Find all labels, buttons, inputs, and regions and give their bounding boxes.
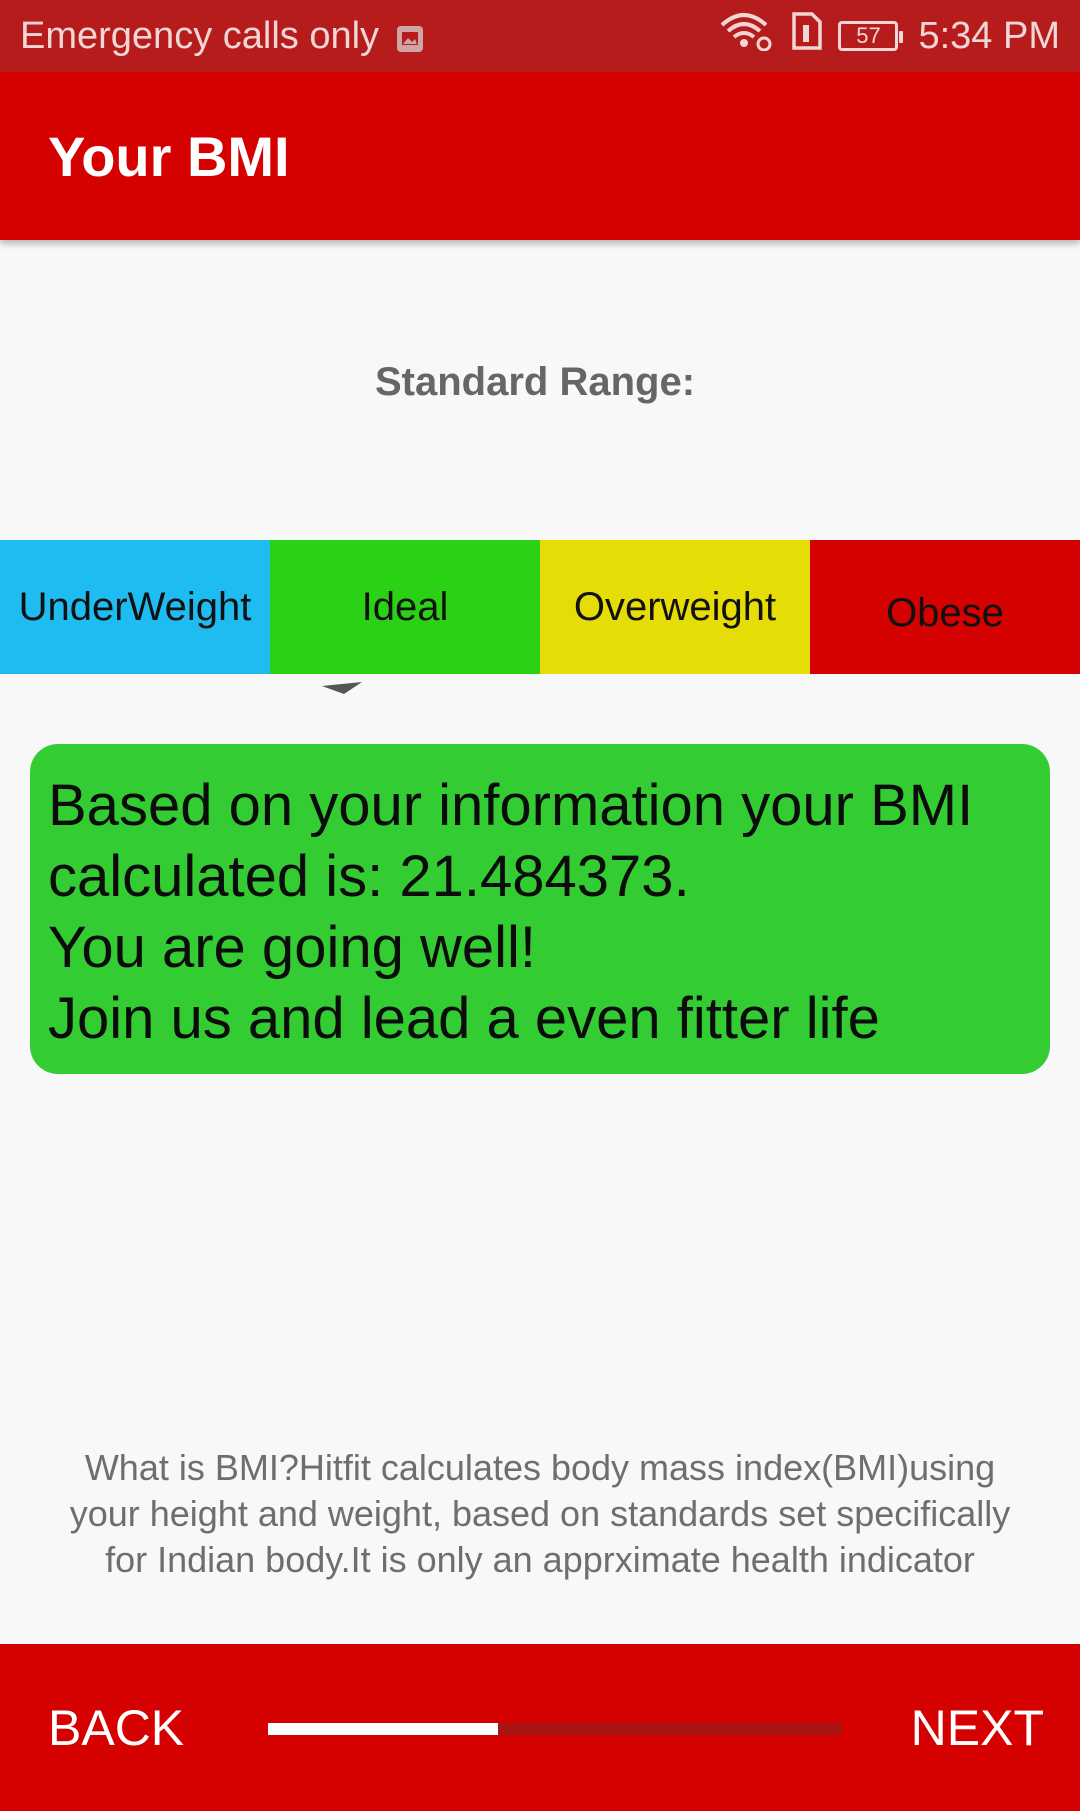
bmi-screen: Emergency calls only 57 5:34 PM Your BMI… [0, 0, 1080, 1811]
range-segment-underweight: UnderWeight [0, 540, 270, 674]
result-line-4: Join us and lead a even fitter life [48, 986, 880, 1051]
clock: 5:34 PM [918, 14, 1060, 57]
battery-icon: 57 [838, 21, 904, 51]
range-label: Overweight [573, 584, 777, 629]
range-segment-ideal: Ideal [270, 540, 540, 674]
app-bar: Your BMI [0, 72, 1080, 240]
range-segment-obese: Obese [810, 540, 1080, 674]
range-label: Ideal [361, 584, 449, 629]
status-left: Emergency calls only [20, 15, 425, 58]
page-title: Your BMI [48, 124, 290, 188]
bmi-info-text: What is BMI?Hitfit calculates body mass … [69, 1447, 1011, 1580]
carrier-text: Emergency calls only [20, 14, 380, 57]
next-button[interactable]: NEXT [911, 1644, 1044, 1811]
status-right: 57 5:34 PM [716, 11, 1060, 61]
wifi-icon [716, 11, 776, 61]
result-line-1: Based on your information your BMI [48, 773, 974, 838]
result-line-3: You are going well! [48, 915, 536, 980]
image-notification-icon [395, 21, 425, 52]
progress-bar [268, 1723, 842, 1735]
bmi-result-card: Based on your information your BMI calcu… [30, 744, 1050, 1074]
back-button[interactable]: BACK [48, 1644, 184, 1811]
range-label: Obese [886, 590, 1004, 635]
progress-bar-fill [268, 1723, 498, 1735]
range-heading: Standard Range: [374, 360, 696, 404]
sim-card-icon [790, 11, 824, 61]
range-segment-overweight: Overweight [540, 540, 810, 674]
bmi-pointer-icon [320, 680, 364, 700]
status-bar: Emergency calls only 57 5:34 PM [0, 0, 1080, 72]
range-label: UnderWeight [18, 584, 252, 629]
battery-level: 57 [856, 23, 881, 48]
result-line-2: calculated is: 21.484373. [48, 844, 690, 909]
bmi-range-bar: UnderWeight Ideal Overweight Obese [0, 540, 1080, 674]
